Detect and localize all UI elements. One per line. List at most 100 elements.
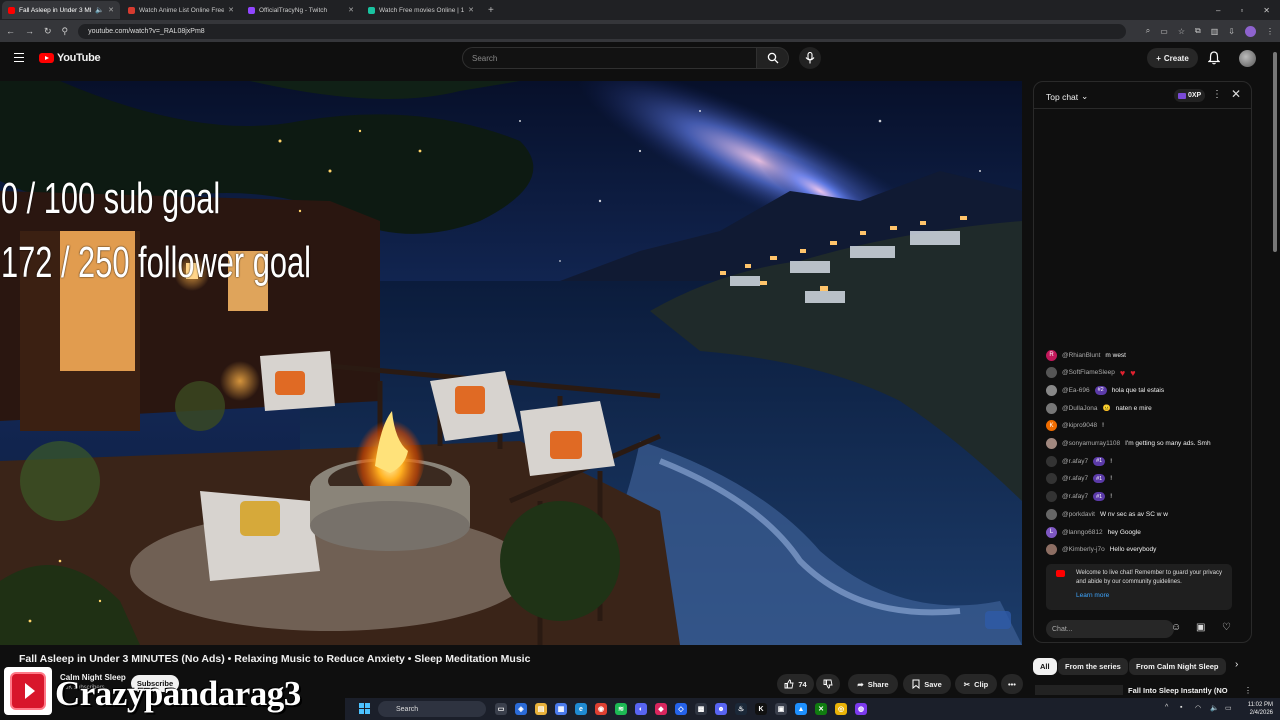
chat-avatar[interactable]: R bbox=[1046, 349, 1057, 361]
chat-username[interactable]: @DullaJona bbox=[1062, 405, 1098, 412]
chat-avatar[interactable]: K bbox=[1046, 420, 1057, 432]
tab-close-icon[interactable]: ✕ bbox=[468, 6, 474, 14]
browser-tab-twitch[interactable]: OfficialTracyNg - Twitch ✕ bbox=[242, 1, 360, 19]
tab-close-icon[interactable]: ✕ bbox=[348, 6, 354, 14]
share-button[interactable]: ➦ Share bbox=[848, 674, 898, 694]
app-icon[interactable]: ▲ bbox=[795, 703, 807, 715]
chat-close-icon[interactable]: ✕ bbox=[1231, 87, 1241, 101]
clip-button[interactable]: ✂ Clip bbox=[955, 674, 997, 694]
chat-avatar[interactable] bbox=[1046, 367, 1057, 379]
windows-start-icon[interactable] bbox=[359, 703, 370, 714]
tray-app-icon[interactable]: ▪ bbox=[1180, 704, 1182, 711]
chat-avatar[interactable] bbox=[1046, 491, 1057, 503]
url-field[interactable]: youtube.com/watch?v=_RAL08jxPm8 bbox=[78, 23, 1126, 39]
store-icon[interactable]: ▦ bbox=[555, 703, 567, 715]
downloads-icon[interactable]: ⇩ bbox=[1228, 27, 1235, 36]
chat-avatar[interactable] bbox=[1046, 508, 1057, 520]
chat-username[interactable]: @SoftFlameSleep bbox=[1062, 369, 1115, 376]
more-actions-button[interactable]: ••• bbox=[1001, 674, 1023, 694]
maximize-icon[interactable]: ▫ bbox=[1240, 6, 1243, 15]
chevron-right-icon[interactable]: › bbox=[1235, 659, 1238, 670]
chat-username[interactable]: @porkdavit bbox=[1062, 511, 1095, 518]
profile-avatar[interactable] bbox=[1245, 25, 1256, 37]
chat-avatar[interactable] bbox=[1046, 384, 1057, 396]
reload-icon[interactable]: ↻ bbox=[44, 26, 52, 37]
new-tab-icon[interactable]: + bbox=[488, 5, 494, 16]
chat-username[interactable]: @RhianBlunt bbox=[1062, 352, 1100, 359]
emoji-icon[interactable]: ☺ bbox=[1171, 622, 1181, 633]
chat-more-icon[interactable]: ⋮ bbox=[1212, 89, 1222, 100]
dislike-button[interactable] bbox=[816, 674, 840, 694]
taskbar-search[interactable]: Search bbox=[378, 701, 486, 717]
recommendation-thumbnail[interactable] bbox=[1035, 685, 1123, 695]
browser-tab-anime[interactable]: Watch Anime List Online Free | ✕ bbox=[122, 1, 240, 19]
recommendation-more-icon[interactable]: ⋮ bbox=[1244, 686, 1252, 695]
voice-search-button[interactable] bbox=[799, 47, 821, 69]
xbox-icon[interactable]: ✕ bbox=[815, 703, 827, 715]
back-icon[interactable]: ← bbox=[6, 26, 15, 36]
scrollbar-thumb[interactable] bbox=[1273, 52, 1277, 252]
chat-username[interactable]: @r.afay7 bbox=[1062, 493, 1088, 500]
heart-outline-icon[interactable]: ♡ bbox=[1222, 622, 1231, 633]
app-icon[interactable]: ▣ bbox=[775, 703, 787, 715]
page-scrollbar[interactable] bbox=[1272, 44, 1278, 264]
app-icon[interactable]: ◇ bbox=[675, 703, 687, 715]
speaker-icon[interactable]: 🔈 bbox=[95, 6, 104, 14]
discord-icon[interactable]: ☻ bbox=[715, 703, 727, 715]
chat-input[interactable]: Chat... bbox=[1046, 620, 1174, 638]
chip-all[interactable]: All bbox=[1033, 658, 1057, 675]
recommendation-title[interactable]: Fall Into Sleep Instantly (NO bbox=[1128, 686, 1228, 695]
cast-icon[interactable]: ▭ bbox=[1160, 27, 1168, 36]
taskbar-clock[interactable]: 11:02 PM 2/4/2026 bbox=[1243, 701, 1273, 717]
search-input[interactable]: Search bbox=[462, 47, 757, 69]
steam-icon[interactable]: ♨ bbox=[735, 703, 747, 715]
volume-icon[interactable]: 🔈 bbox=[1210, 704, 1219, 712]
forward-icon[interactable]: → bbox=[25, 26, 34, 36]
chat-mode-dropdown[interactable]: Top chat ⌄ bbox=[1046, 91, 1088, 102]
super-chat-icon[interactable]: ▣ bbox=[1196, 622, 1205, 633]
task-view-icon[interactable]: ▭ bbox=[495, 703, 507, 715]
chat-username[interactable]: @kipro9048 bbox=[1062, 422, 1097, 429]
zoom-icon[interactable]: ⌕ bbox=[1146, 26, 1150, 36]
chat-username[interactable]: @Kimberly-j7o bbox=[1062, 546, 1105, 553]
chat-avatar[interactable] bbox=[1046, 402, 1057, 414]
app-icon[interactable]: ◆ bbox=[655, 703, 667, 715]
edge-icon[interactable]: e bbox=[575, 703, 587, 715]
widgets-icon[interactable]: ◈ bbox=[515, 703, 527, 715]
tab-close-icon[interactable]: ✕ bbox=[108, 6, 114, 14]
chip-from-series[interactable]: From the series bbox=[1058, 658, 1128, 675]
extensions-icon[interactable]: ⧉ bbox=[1195, 26, 1201, 36]
app-icon[interactable]: ◎ bbox=[835, 703, 847, 715]
spotify-icon[interactable]: ≋ bbox=[615, 703, 627, 715]
wifi-icon[interactable]: ◠ bbox=[1195, 704, 1201, 712]
save-button[interactable]: Save bbox=[903, 674, 951, 694]
chrome-icon[interactable]: ◉ bbox=[595, 703, 607, 715]
create-button[interactable]: + Create bbox=[1147, 48, 1198, 68]
tab-close-icon[interactable]: ✕ bbox=[228, 6, 234, 14]
like-button[interactable]: 74 bbox=[777, 674, 814, 694]
app-icon[interactable]: ◐ bbox=[635, 703, 647, 715]
bookmark-star-icon[interactable]: ☆ bbox=[1178, 27, 1185, 36]
browser-menu-icon[interactable]: ⋮ bbox=[1266, 27, 1274, 36]
tray-chevron-icon[interactable]: ^ bbox=[1165, 704, 1168, 711]
chip-from-channel[interactable]: From Calm Night Sleep bbox=[1129, 658, 1226, 675]
battery-icon[interactable]: ▭ bbox=[1225, 704, 1232, 712]
app-icon[interactable]: ▩ bbox=[695, 703, 707, 715]
chat-avatar[interactable] bbox=[1046, 438, 1057, 449]
chat-username[interactable]: @Ea-696 bbox=[1062, 387, 1090, 394]
chat-username[interactable]: @lanngo6812 bbox=[1062, 529, 1103, 536]
file-explorer-icon[interactable]: ▤ bbox=[535, 703, 547, 715]
video-player[interactable]: 0 / 100 sub goal 172 / 250 follower goal bbox=[0, 81, 1022, 645]
hamburger-menu-icon[interactable] bbox=[14, 53, 24, 62]
browser-tab-movies[interactable]: Watch Free movies Online | 123 ✕ bbox=[362, 1, 480, 19]
chat-avatar[interactable] bbox=[1046, 544, 1057, 556]
chat-avatar[interactable] bbox=[1046, 455, 1057, 467]
chat-username[interactable]: @r.afay7 bbox=[1062, 475, 1088, 482]
minimize-icon[interactable]: – bbox=[1216, 6, 1220, 15]
chat-avatar[interactable] bbox=[1046, 473, 1057, 485]
account-avatar[interactable] bbox=[1239, 50, 1256, 67]
youtube-logo[interactable]: YouTube bbox=[39, 52, 101, 64]
notifications-bell-icon[interactable] bbox=[1208, 51, 1220, 65]
browser-tab-youtube[interactable]: Fall Asleep in Under 3 MINU 🔈 ✕ bbox=[2, 1, 120, 19]
sidebar-icon[interactable]: ▥ bbox=[1211, 27, 1219, 36]
